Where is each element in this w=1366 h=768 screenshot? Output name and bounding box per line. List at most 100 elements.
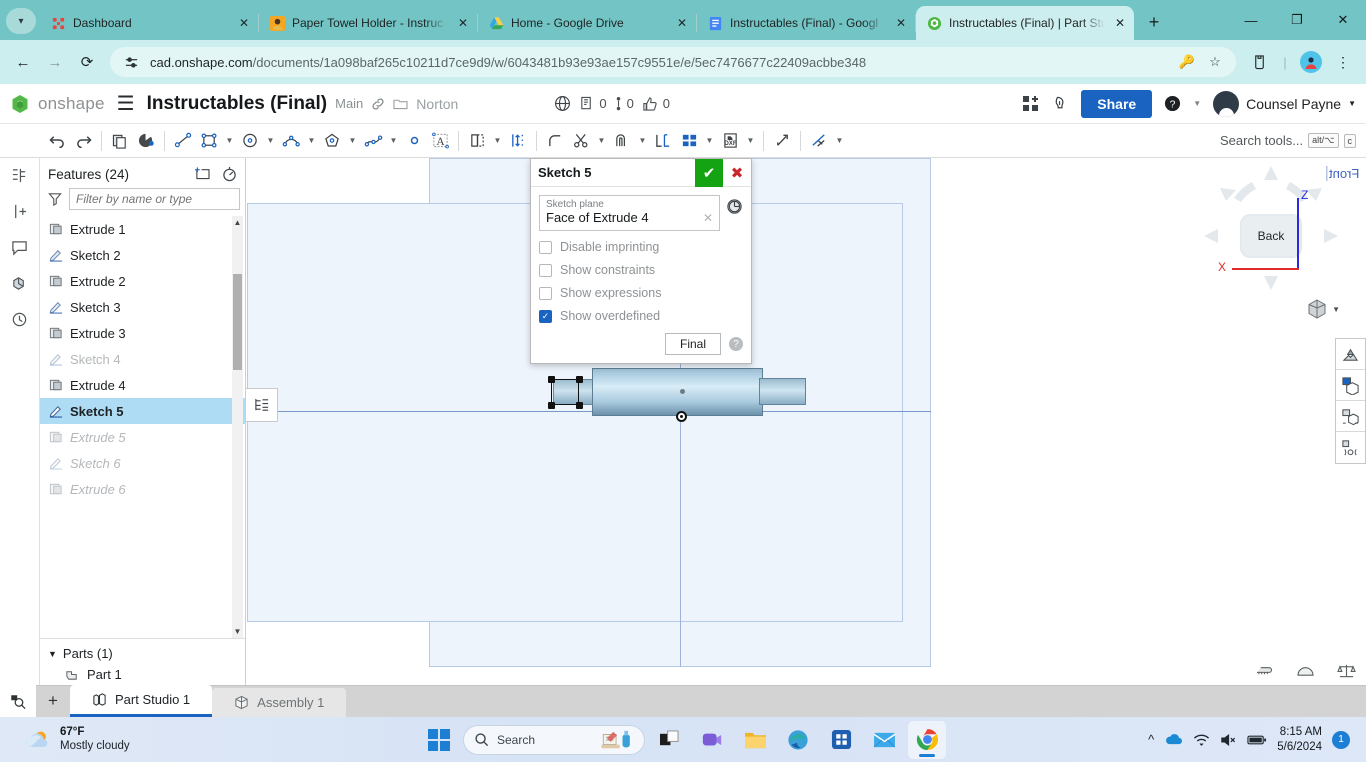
globe-icon[interactable] <box>554 95 571 112</box>
checkbox-box[interactable] <box>539 263 552 277</box>
tab-search-button[interactable]: ▾ <box>6 8 36 34</box>
offset-tool-icon[interactable] <box>609 126 635 156</box>
help-icon[interactable]: ? <box>1164 95 1181 112</box>
copies-counter[interactable]: 0 <box>579 96 607 112</box>
onedrive-icon[interactable] <box>1164 733 1183 746</box>
close-icon[interactable]: ✕ <box>893 15 909 31</box>
arc-tool-icon[interactable] <box>278 126 304 156</box>
point-tool-icon[interactable] <box>401 126 427 156</box>
sketch-point[interactable] <box>548 402 555 409</box>
explode-view-icon[interactable] <box>1336 401 1365 432</box>
mirror-dropdown-icon[interactable]: ▼ <box>490 126 505 156</box>
ai-assistant-icon[interactable] <box>1052 95 1069 112</box>
constraint-tool-icon[interactable] <box>806 126 832 156</box>
feature-row-extrude-4[interactable]: Extrude 4 <box>40 372 245 398</box>
comment-icon[interactable] <box>7 236 33 258</box>
weather-widget[interactable]: 67°F Mostly cloudy <box>6 726 130 752</box>
render-studio-icon[interactable] <box>1336 432 1365 463</box>
scroll-up-icon[interactable]: ▲ <box>232 216 243 229</box>
checkbox-box[interactable]: ✓ <box>539 309 552 323</box>
onshape-logo-icon[interactable] <box>10 94 30 114</box>
browser-tab-instructables-docs[interactable]: Instructables (Final) - Googl ✕ <box>697 6 915 40</box>
password-key-icon[interactable]: 🔑 <box>1178 54 1196 70</box>
section-view-icon[interactable] <box>1336 370 1365 401</box>
accept-button[interactable]: ✔ <box>695 158 723 187</box>
extensions-icon[interactable] <box>1244 47 1274 77</box>
checkbox-show-overdefined[interactable]: ✓ Show overdefined <box>539 309 743 323</box>
part-main-cylinder[interactable] <box>592 368 763 416</box>
feature-row-extrude-2[interactable]: Extrude 2 <box>40 268 245 294</box>
notification-badge[interactable]: 1 <box>1332 730 1350 749</box>
browser-tab-dashboard[interactable]: Dashboard ✕ <box>40 6 258 40</box>
checkbox-show-expressions[interactable]: Show expressions <box>539 286 743 300</box>
folder-name[interactable]: Norton <box>416 96 458 112</box>
circle-tool-icon[interactable] <box>237 126 263 156</box>
feature-row-sketch-2[interactable]: Sketch 2 <box>40 242 245 268</box>
sketch-plane-field[interactable]: Sketch plane Face of Extrude 4 ✕ <box>539 195 720 231</box>
clear-icon[interactable]: ✕ <box>703 211 713 225</box>
checkbox-box[interactable] <box>539 240 552 254</box>
browser-tab-onshape-part-studio[interactable]: Instructables (Final) | Part Stu ✕ <box>916 6 1134 40</box>
search-tools[interactable]: Search tools... alt/⌥ c <box>1220 133 1356 148</box>
offset-dropdown-icon[interactable]: ▼ <box>635 126 650 156</box>
feature-row-sketch-3[interactable]: Sketch 3 <box>40 294 245 320</box>
new-folder-icon[interactable] <box>194 166 210 182</box>
task-view-button[interactable] <box>650 721 688 759</box>
checkbox-show-constraints[interactable]: Show constraints <box>539 263 743 277</box>
reload-button[interactable]: ⟳ <box>72 47 102 77</box>
feature-row-extrude-6[interactable]: Extrude 6 <box>40 476 245 502</box>
final-button[interactable]: Final <box>664 333 721 355</box>
midpoint-marker[interactable] <box>680 389 685 394</box>
view-cube-face-back[interactable]: Back <box>1242 216 1300 256</box>
wifi-icon[interactable] <box>1193 733 1210 747</box>
line-tool-icon[interactable] <box>170 126 196 156</box>
mass-properties-icon[interactable] <box>1337 663 1356 679</box>
feature-row-extrude-1[interactable]: Extrude 1 <box>40 216 245 242</box>
versions-counter[interactable]: 0 <box>615 96 634 112</box>
close-icon[interactable]: ✕ <box>674 15 690 31</box>
linear-pattern-icon[interactable] <box>676 126 702 156</box>
constraint-dropdown-icon[interactable]: ▼ <box>832 126 847 156</box>
tray-expand-chevron-icon[interactable]: ^ <box>1148 732 1154 747</box>
rectangle-dropdown-icon[interactable]: ▼ <box>222 126 237 156</box>
feature-list-icon[interactable] <box>7 164 33 186</box>
taskbar-app-edge[interactable] <box>779 721 817 759</box>
origin-marker[interactable] <box>676 411 687 422</box>
link-icon[interactable] <box>371 97 385 111</box>
browser-tab-google-drive[interactable]: Home - Google Drive ✕ <box>478 6 696 40</box>
add-tab-button[interactable]: + <box>36 685 70 717</box>
scroll-down-icon[interactable]: ▼ <box>232 625 243 638</box>
trim-tool-icon[interactable] <box>568 126 594 156</box>
feature-row-sketch-5[interactable]: Sketch 5 <box>40 398 245 424</box>
features-filter-input[interactable] <box>69 188 240 210</box>
volume-muted-icon[interactable] <box>1220 733 1237 747</box>
history-icon[interactable] <box>7 308 33 330</box>
checkbox-disable-imprinting[interactable]: Disable imprinting <box>539 240 743 254</box>
view-display-mode-button[interactable]: ▼ <box>1306 298 1340 320</box>
part-right-shaft[interactable] <box>759 378 806 405</box>
features-scrollbar[interactable]: ▲ ▼ <box>232 216 243 638</box>
import-dxf-icon[interactable]: DXF <box>717 126 743 156</box>
help-chevron-down-icon[interactable]: ▼ <box>1193 99 1201 108</box>
undo-icon[interactable] <box>44 126 70 156</box>
taskbar-app-mail[interactable] <box>865 721 903 759</box>
window-close-button[interactable]: ✕ <box>1320 0 1366 40</box>
feature-row-extrude-5[interactable]: Extrude 5 <box>40 424 245 450</box>
user-menu[interactable]: Counsel Payne ▼ <box>1213 90 1356 117</box>
taskbar-app-teams[interactable] <box>693 721 731 759</box>
branch-label[interactable]: Main <box>335 96 363 111</box>
sketch-dimension-icon[interactable] <box>133 126 159 156</box>
taskbar-clock[interactable]: 8:15 AM 5/6/2024 <box>1277 725 1322 754</box>
sketch-point[interactable] <box>576 402 583 409</box>
bookmark-star-icon[interactable]: ☆ <box>1206 54 1224 70</box>
main-menu-icon[interactable]: ☰ <box>117 91 135 116</box>
new-tab-button[interactable]: + <box>1140 8 1168 36</box>
checkbox-box[interactable] <box>539 286 552 300</box>
window-minimize-button[interactable]: — <box>1228 0 1274 40</box>
window-maximize-button[interactable]: ❐ <box>1274 0 1320 40</box>
apps-grid-icon[interactable] <box>1022 95 1040 113</box>
start-button[interactable] <box>420 721 458 759</box>
copy-icon[interactable] <box>107 126 133 156</box>
document-tab-assembly-1[interactable]: Assembly 1 <box>212 688 347 717</box>
likes-counter[interactable]: 0 <box>642 96 670 112</box>
